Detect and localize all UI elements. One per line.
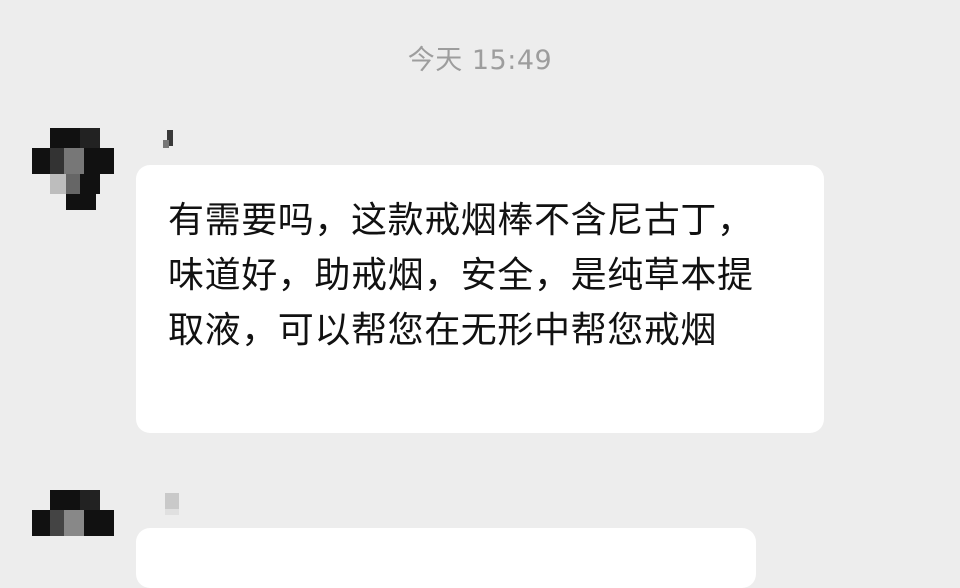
avatar[interactable] (32, 128, 114, 210)
avatar[interactable] (32, 490, 114, 572)
sender-name (163, 493, 181, 515)
message-text: 有需要吗，这款戒烟棒不含尼古丁，味道好，助戒烟，安全，是纯草本提取液，可以帮您在… (168, 200, 754, 351)
message-bubble[interactable] (136, 528, 756, 588)
chat-timestamp: 今天 15:49 (407, 45, 553, 76)
message-bubble[interactable]: 有需要吗，这款戒烟棒不含尼古丁，味道好，助戒烟，安全，是纯草本提取液，可以帮您在… (136, 165, 824, 433)
sender-name (163, 130, 181, 152)
